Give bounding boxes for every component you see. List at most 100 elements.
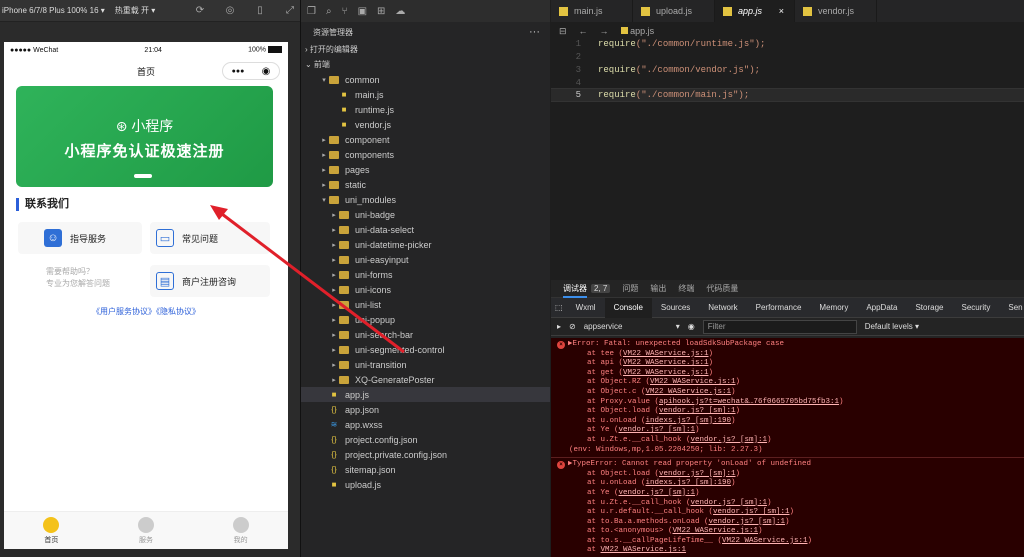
eye-icon[interactable]: ◉ xyxy=(688,322,695,331)
source-link[interactable]: vendor.js? [sm]:1 xyxy=(713,508,790,516)
source-link[interactable]: vendor.js? [sm]:1 xyxy=(659,470,736,478)
file-tree-item[interactable]: ▸ uni-forms xyxy=(301,267,550,282)
error-message[interactable]: × ▶Error: Fatal: unexpected loadSdkSubPac… xyxy=(557,340,1024,350)
file-tree-item[interactable]: {} sitemap.json xyxy=(301,462,550,477)
file-tree-item[interactable]: ▸ uni-search-bar xyxy=(301,327,550,342)
source-link[interactable]: VM22 WAService.js:1 xyxy=(623,359,709,367)
tab-main-js[interactable]: main.js xyxy=(551,0,633,22)
tab-service[interactable]: 服务 xyxy=(137,516,154,545)
back-icon[interactable]: ← xyxy=(579,26,588,36)
tab-upload-js[interactable]: upload.js xyxy=(633,0,715,22)
file-tree-item[interactable]: ▸ pages xyxy=(301,162,550,177)
source-link[interactable]: VM22 WAService.js:1 xyxy=(623,350,709,358)
tab-mine[interactable]: 我的 xyxy=(232,516,249,545)
banner[interactable]: ⊛ 小程序 小程序免认证极速注册 xyxy=(16,86,273,187)
extensions-icon[interactable]: ⊞ xyxy=(377,6,385,17)
source-control-icon[interactable]: ⑂ xyxy=(342,6,348,17)
source-link[interactable]: vendor.js? [sm]:1 xyxy=(619,426,696,434)
source-link[interactable]: VM22 WAService.js:1 xyxy=(722,537,808,545)
file-tree-item[interactable]: ■ main.js xyxy=(301,87,550,102)
source-link[interactable]: vendor.js? [sm]:1 xyxy=(691,499,768,507)
search-icon[interactable]: ⌕ xyxy=(326,6,332,17)
open-editors-section[interactable]: › 打开的编辑器 xyxy=(301,42,550,57)
tab-output[interactable]: 输出 xyxy=(650,283,666,294)
guide-service-card[interactable]: ☺ 指导服务 xyxy=(18,222,142,254)
source-link[interactable]: VM22 WAService.js:1 xyxy=(623,369,709,377)
hot-reload-toggle[interactable]: 热重载 开 ▾ xyxy=(115,5,155,16)
close-tab-icon[interactable]: × xyxy=(779,6,784,16)
device-select[interactable]: iPhone 6/7/8 Plus 100% 16 ▾ xyxy=(2,6,105,15)
file-tree-item[interactable]: ▸ uni-transition xyxy=(301,357,550,372)
file-tree-item[interactable]: ▸ static xyxy=(301,177,550,192)
tab-code-quality[interactable]: 代码质量 xyxy=(706,283,738,294)
stop-icon[interactable]: ◎ xyxy=(220,5,240,16)
files-icon[interactable]: ❐ xyxy=(307,6,316,17)
devtools-tab-appdata[interactable]: AppData xyxy=(857,298,906,318)
file-tree-item[interactable]: ▸ uni-icons xyxy=(301,282,550,297)
devtools-tab-console[interactable]: Console xyxy=(604,297,652,318)
forward-icon[interactable]: → xyxy=(600,26,609,36)
devtools-tab-memory[interactable]: Memory xyxy=(810,298,857,318)
devtools-tab-sen[interactable]: Sen xyxy=(999,298,1024,318)
more-icon[interactable]: ●●● xyxy=(232,68,245,75)
source-link[interactable]: vendor.js? [sm]:1 xyxy=(619,489,696,497)
close-icon[interactable]: ◉ xyxy=(262,66,271,77)
file-tree-item[interactable]: ▾ common xyxy=(301,72,550,87)
merchant-register-card[interactable]: ▤ 商户注册咨询 xyxy=(150,265,270,297)
tab-home[interactable]: 首页 xyxy=(43,516,60,545)
file-tree-item[interactable]: ▸ uni-datetime-picker xyxy=(301,237,550,252)
inspect-icon[interactable]: ⬚ xyxy=(551,298,567,318)
clear-console-icon[interactable]: ⊘ xyxy=(569,322,576,331)
agreement-links[interactable]: 《用户服务协议》《隐私协议》 xyxy=(4,306,288,317)
file-tree-item[interactable]: ▸ components xyxy=(301,147,550,162)
file-tree-item[interactable]: ▸ uni-easyinput xyxy=(301,252,550,267)
faq-card[interactable]: ▭ 常见问题 xyxy=(150,222,270,254)
devtools-tab-sources[interactable]: Sources xyxy=(652,298,699,318)
source-link[interactable]: VM22 WAService.js:1 xyxy=(650,378,736,386)
refresh-icon[interactable]: ⟳ xyxy=(190,5,210,16)
source-link[interactable]: vendor.js? [sm]:1 xyxy=(659,407,736,415)
file-tree-item[interactable]: ▸ XQ-GeneratePoster xyxy=(301,372,550,387)
devtools-tab-performance[interactable]: Performance xyxy=(747,298,811,318)
expand-icon[interactable]: ⤢ xyxy=(280,5,300,16)
file-tree-item[interactable]: ≋ app.wxss xyxy=(301,417,550,432)
bookmark-icon[interactable]: ⊟ xyxy=(559,26,567,37)
devtools-tab-network[interactable]: Network xyxy=(699,298,746,318)
source-link[interactable]: vendor.js? [sm]:1 xyxy=(691,436,768,444)
context-select[interactable]: appservice ▾ xyxy=(584,322,680,331)
devtools-tab-wxml[interactable]: Wxml xyxy=(567,298,605,318)
devtools-tab-security[interactable]: Security xyxy=(952,298,999,318)
tab-vendor-js[interactable]: vendor.js xyxy=(795,0,877,22)
error-message[interactable]: × ▶TypeError: Cannot read property 'onLoa… xyxy=(557,460,1024,470)
file-tree-item[interactable]: {} project.private.config.json xyxy=(301,447,550,462)
phone-icon[interactable]: ▯ xyxy=(250,5,270,16)
file-tree-item[interactable]: ■ vendor.js xyxy=(301,117,550,132)
tab-debugger[interactable]: 调试器 xyxy=(563,280,587,298)
file-tree-item[interactable]: ▾ uni_modules xyxy=(301,192,550,207)
source-link[interactable]: VM22 WAService.js:1 xyxy=(673,527,759,535)
tab-problems[interactable]: 问题 xyxy=(622,283,638,294)
file-tree-item[interactable]: ■ app.js xyxy=(301,387,550,402)
file-tree-item[interactable]: ■ upload.js xyxy=(301,477,550,492)
filter-input[interactable]: Filter xyxy=(702,319,857,334)
source-link[interactable]: vendor.js? [sm]:1 xyxy=(709,518,786,526)
source-link[interactable]: indexs.js? [sm]:190 xyxy=(646,417,732,425)
debug-icon[interactable]: ▣ xyxy=(358,6,367,17)
tab-terminal[interactable]: 终端 xyxy=(678,283,694,294)
file-tree-item[interactable]: ▸ uni-data-select xyxy=(301,222,550,237)
source-link[interactable]: apihook.js?t=wechat&…76f0665705bd75fb3:1 xyxy=(659,398,839,406)
more-icon[interactable]: ··· xyxy=(529,26,540,38)
levels-select[interactable]: Default levels ▾ xyxy=(865,322,919,331)
file-tree-item[interactable]: ▸ uni-badge xyxy=(301,207,550,222)
file-tree-item[interactable]: {} project.config.json xyxy=(301,432,550,447)
file-tree-item[interactable]: ▸ uni-list xyxy=(301,297,550,312)
tab-app-js[interactable]: app.js × xyxy=(715,0,795,22)
sidebar-toggle-icon[interactable]: ▸ xyxy=(557,322,561,331)
cloud-icon[interactable]: ☁ xyxy=(395,6,405,17)
source-link[interactable]: indexs.js? [sm]:190 xyxy=(646,479,732,487)
source-link[interactable]: VM22 WAService.js:1 xyxy=(646,388,732,396)
project-section[interactable]: ⌄ 前端 xyxy=(301,57,550,72)
devtools-tab-storage[interactable]: Storage xyxy=(906,298,952,318)
file-tree-item[interactable]: ▸ component xyxy=(301,132,550,147)
file-tree-item[interactable]: ▸ uni-segmented-control xyxy=(301,342,550,357)
